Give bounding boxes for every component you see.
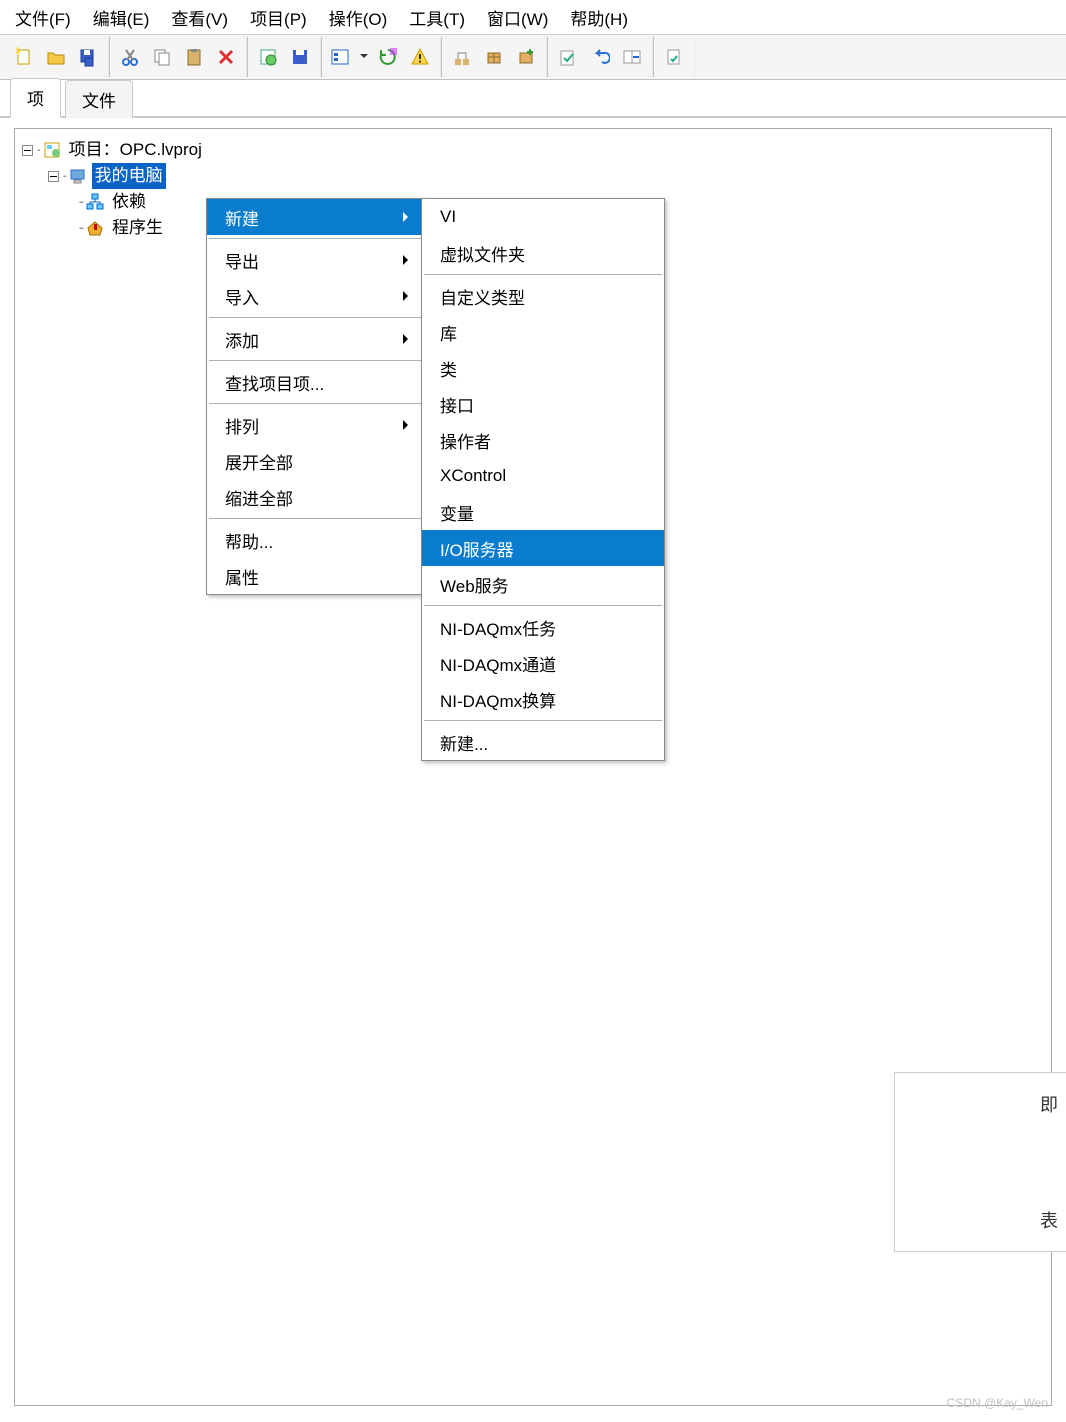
tree-deps-label: 依赖: [109, 189, 149, 215]
sub-virtual-folder[interactable]: 虚拟文件夹: [422, 235, 664, 271]
project-save-icon[interactable]: [286, 43, 314, 71]
tree-root-label: 项目：OPC.lvproj: [66, 137, 205, 163]
sub-variable[interactable]: 变量: [422, 494, 664, 530]
ctx-collapse-all[interactable]: 缩进全部: [207, 479, 423, 515]
dependencies-icon: [85, 192, 105, 212]
collapse-icon[interactable]: [19, 142, 35, 158]
sub-class[interactable]: 类: [422, 350, 664, 386]
project-icon: [42, 140, 62, 160]
ctx-new[interactable]: 新建: [207, 199, 423, 235]
separator: [424, 605, 662, 606]
project-settings-icon[interactable]: [254, 43, 282, 71]
ctx-properties[interactable]: 属性: [207, 558, 423, 594]
copy-icon[interactable]: [148, 43, 176, 71]
sub-vi[interactable]: VI: [422, 199, 664, 235]
sub-xcontrol[interactable]: XControl: [422, 458, 664, 494]
check-icon[interactable]: [554, 43, 582, 71]
tab-strip: 项 文件: [0, 80, 1066, 118]
side-panel-partial: 即 表: [894, 1072, 1066, 1252]
ctx-export[interactable]: 导出: [207, 242, 423, 278]
open-folder-icon[interactable]: [42, 43, 70, 71]
package-icon[interactable]: [480, 43, 508, 71]
tree-build-label: 程序生: [109, 215, 166, 241]
menu-view[interactable]: 查看(V): [160, 1, 239, 34]
sub-daqmx-channel[interactable]: NI-DAQmx通道: [422, 645, 664, 681]
separator: [209, 317, 421, 318]
doc-check-icon[interactable]: [660, 43, 688, 71]
sub-library[interactable]: 库: [422, 314, 664, 350]
collapse-icon[interactable]: [45, 168, 61, 184]
delete-icon[interactable]: [212, 43, 240, 71]
save-all-icon[interactable]: [74, 43, 102, 71]
separator: [209, 403, 421, 404]
undo-icon[interactable]: [586, 43, 614, 71]
separator: [424, 274, 662, 275]
filter-dropdown-icon[interactable]: [328, 43, 370, 71]
separator: [209, 518, 421, 519]
ctx-add[interactable]: 添加: [207, 321, 423, 357]
toolbar-group-view: [321, 37, 441, 77]
ctx-help[interactable]: 帮助...: [207, 522, 423, 558]
warning-icon[interactable]: [406, 43, 434, 71]
paste-icon[interactable]: [180, 43, 208, 71]
submenu-new[interactable]: VI 虚拟文件夹 自定义类型 库 类 接口 操作者 XControl 变量 I/…: [421, 198, 665, 761]
toolbar-group-deploy: [441, 37, 547, 77]
ctx-expand-all[interactable]: 展开全部: [207, 443, 423, 479]
ctx-arrange[interactable]: 排列: [207, 407, 423, 443]
sub-web-service[interactable]: Web服务: [422, 566, 664, 602]
toolbar-group-file: [4, 37, 109, 77]
separator: [209, 238, 421, 239]
separator: [424, 720, 662, 721]
compare-icon[interactable]: [618, 43, 646, 71]
menubar: 文件(F) 编辑(E) 查看(V) 项目(P) 操作(O) 工具(T) 窗口(W…: [0, 0, 1066, 35]
deploy-icon[interactable]: [448, 43, 476, 71]
ctx-import[interactable]: 导入: [207, 278, 423, 314]
toolbar-group-project: [247, 37, 321, 77]
sub-interface[interactable]: 接口: [422, 386, 664, 422]
cut-icon[interactable]: [116, 43, 144, 71]
sub-daqmx-task[interactable]: NI-DAQmx任务: [422, 609, 664, 645]
ctx-find-project-items[interactable]: 查找项目项...: [207, 364, 423, 400]
menu-edit[interactable]: 编辑(E): [82, 1, 161, 34]
sub-io-server[interactable]: I/O服务器: [422, 530, 664, 566]
menu-tools[interactable]: 工具(T): [398, 1, 476, 34]
tab-project[interactable]: 项: [10, 78, 61, 118]
tree-root-row[interactable]: ·· 项目：OPC.lvproj: [19, 137, 1047, 163]
computer-icon: [68, 166, 88, 186]
menu-help[interactable]: 帮助(H): [559, 1, 639, 34]
sidebox-text-top: 即: [1040, 1091, 1058, 1117]
sub-daqmx-scale[interactable]: NI-DAQmx换算: [422, 681, 664, 717]
tree-mypc-label: 我的电脑: [92, 163, 166, 189]
context-menu[interactable]: 新建 导出 导入 添加 查找项目项... 排列 展开全部 缩进全部 帮助... …: [206, 198, 424, 595]
build-spec-icon: [85, 218, 105, 238]
tab-files[interactable]: 文件: [65, 80, 133, 118]
sidebox-text-bottom: 表: [1040, 1207, 1058, 1233]
toolbar-group-last: [653, 37, 695, 77]
app-root: 文件(F) 编辑(E) 查看(V) 项目(P) 操作(O) 工具(T) 窗口(W…: [0, 0, 1066, 1422]
tree-mypc-row[interactable]: ·· 我的电脑: [19, 163, 1047, 189]
sub-actor[interactable]: 操作者: [422, 422, 664, 458]
menu-project[interactable]: 项目(P): [239, 1, 318, 34]
new-file-icon[interactable]: [10, 43, 38, 71]
toolbar: [0, 35, 1066, 80]
toolbar-group-history: [547, 37, 653, 77]
toolbar-group-edit: [109, 37, 247, 77]
sub-new-dialog[interactable]: 新建...: [422, 724, 664, 760]
sub-custom-type[interactable]: 自定义类型: [422, 278, 664, 314]
menu-window[interactable]: 窗口(W): [476, 1, 559, 34]
menu-file[interactable]: 文件(F): [4, 1, 82, 34]
watermark: CSDN @Kay_Wen: [947, 1396, 1048, 1410]
package-add-icon[interactable]: [512, 43, 540, 71]
menu-operate[interactable]: 操作(O): [318, 1, 399, 34]
refresh-icon[interactable]: [374, 43, 402, 71]
separator: [209, 360, 421, 361]
